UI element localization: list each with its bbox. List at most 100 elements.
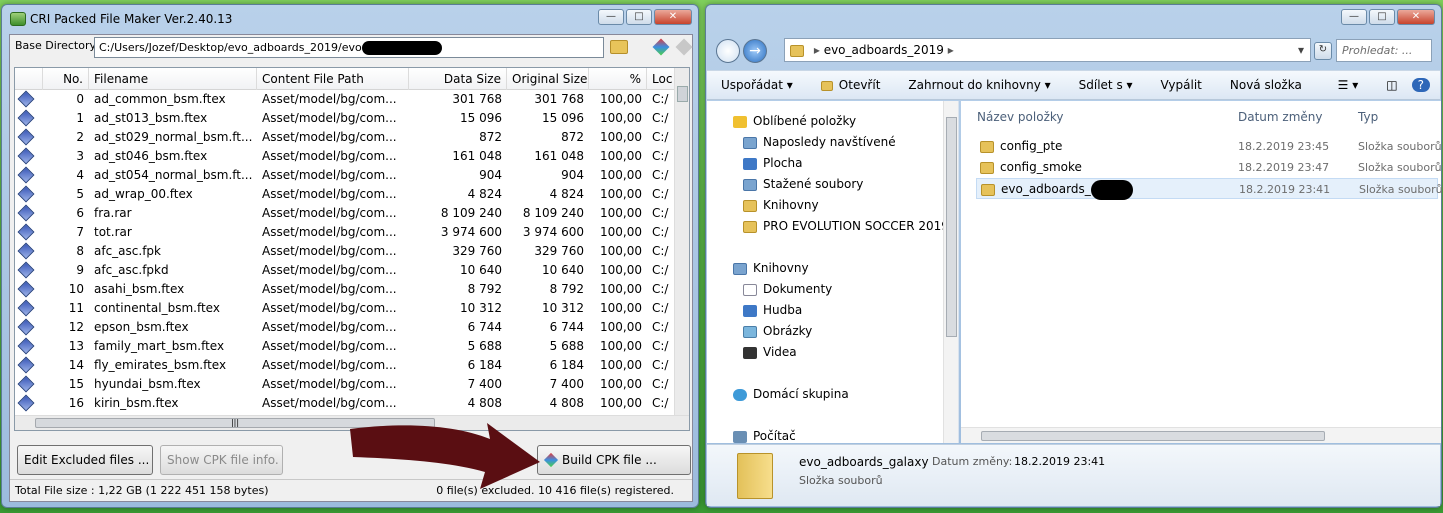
cpk-grey-icon[interactable] xyxy=(675,38,693,56)
address-bar[interactable]: ▸ evo_adboards_2019 ▸ ▾ xyxy=(784,38,1311,62)
nav-desktop[interactable]: Plocha xyxy=(743,153,802,173)
cell-data-size: 872 xyxy=(479,130,502,144)
nav-recent[interactable]: Naposledy navštívené xyxy=(743,132,896,152)
col-date[interactable]: Datum změny xyxy=(1238,110,1323,124)
table-row[interactable]: 11 continental_bsm.ftex Asset/model/bg/com… xyxy=(15,299,677,318)
list-item[interactable]: config_pte 18.2.2019 23:45 Složka soubor… xyxy=(976,136,1442,157)
nav-label: Počítač xyxy=(753,429,796,443)
forward-button[interactable]: → xyxy=(743,39,767,63)
close-button[interactable]: ✕ xyxy=(654,9,692,25)
back-button[interactable] xyxy=(716,39,740,63)
nav-downloads[interactable]: Stažené soubory xyxy=(743,174,863,194)
cell-data-size: 15 096 xyxy=(460,111,502,125)
scroll-thumb[interactable] xyxy=(677,86,688,102)
edit-excluded-button[interactable]: Edit Excluded files ... xyxy=(17,445,153,475)
details-date: 18.2.2019 23:41 xyxy=(1014,455,1106,468)
nav-homegroup[interactable]: Domácí skupina xyxy=(733,384,849,404)
nav-computer[interactable]: Počítač xyxy=(733,426,796,446)
refresh-icon[interactable]: ↻ xyxy=(1314,42,1332,60)
view-options-icon[interactable]: ☰ ▾ xyxy=(1324,78,1373,92)
base-directory-input[interactable]: C:/Users/Jozef/Desktop/evo_adboards_2019… xyxy=(94,37,604,58)
cell-percent: 100,00 xyxy=(600,301,642,315)
scroll-thumb[interactable] xyxy=(981,431,1325,441)
help-icon[interactable]: ? xyxy=(1411,78,1430,92)
cell-original-size: 8 792 xyxy=(549,282,584,296)
nav-pictures[interactable]: Obrázky xyxy=(743,321,812,341)
table-row[interactable]: 10 asahi_bsm.ftex Asset/model/bg/com... 8 7… xyxy=(15,280,677,299)
build-cpk-button[interactable]: Build CPK file ... xyxy=(537,445,691,475)
nav-pes2019[interactable]: PRO EVOLUTION SOCCER 2019 xyxy=(743,216,949,236)
table-row[interactable]: 5 ad_wrap_00.ftex Asset/model/bg/com... 4 8… xyxy=(15,185,677,204)
table-row[interactable]: 16 kirin_bsm.ftex Asset/model/bg/com... 4 8… xyxy=(15,394,677,413)
cell-content-path: Asset/model/bg/com... xyxy=(262,244,397,258)
cell-content-path: Asset/model/bg/com... xyxy=(262,301,397,315)
cell-no: 4 xyxy=(76,168,84,182)
col-type[interactable]: Typ xyxy=(1358,110,1378,124)
close-button[interactable]: ✕ xyxy=(1397,9,1435,25)
horizontal-scrollbar[interactable] xyxy=(961,427,1441,443)
scroll-thumb[interactable] xyxy=(946,117,957,337)
details-type: Složka souborů xyxy=(799,474,883,487)
folder-icon xyxy=(980,140,994,153)
col-content-path[interactable]: Content File Path xyxy=(257,68,409,90)
table-row[interactable]: 1 ad_st013_bsm.ftex Asset/model/bg/com... 1… xyxy=(15,109,677,128)
list-item[interactable]: config_smoke 18.2.2019 23:47 Složka soub… xyxy=(976,157,1442,178)
file-icon xyxy=(17,90,35,108)
col-location[interactable]: Loc xyxy=(647,68,677,90)
col-original-size[interactable]: Original Size xyxy=(507,68,589,90)
maximize-button[interactable]: □ xyxy=(1369,9,1395,25)
nav-libraries-fav[interactable]: Knihovny xyxy=(743,195,819,215)
col-percent[interactable]: % xyxy=(589,68,647,90)
minimize-button[interactable]: — xyxy=(1341,9,1367,25)
table-row[interactable]: 12 epson_bsm.ftex Asset/model/bg/com... 6 7… xyxy=(15,318,677,337)
open-button[interactable]: Otevřít xyxy=(807,78,895,92)
list-item-selected[interactable]: evo_adboards_ 18.2.2019 23:41 Složka sou… xyxy=(976,178,1443,200)
table-row[interactable]: 0 ad_common_bsm.ftex Asset/model/bg/com...… xyxy=(15,90,677,109)
table-row[interactable]: 8 afc_asc.fpk Asset/model/bg/com... 329 760… xyxy=(15,242,677,261)
cell-no: 11 xyxy=(68,301,84,315)
cell-data-size: 161 048 xyxy=(452,149,502,163)
col-filename[interactable]: Filename xyxy=(89,68,257,90)
nav-favorites[interactable]: Oblíbené položky xyxy=(733,111,856,131)
table-row[interactable]: 3 ad_st046_bsm.ftex Asset/model/bg/com... 1… xyxy=(15,147,677,166)
table-row[interactable]: 7 tot.rar Asset/model/bg/com... 3 974 600 3 … xyxy=(15,223,677,242)
documents-icon xyxy=(743,283,757,296)
maximize-button[interactable]: □ xyxy=(626,9,652,25)
cell-no: 13 xyxy=(68,339,84,353)
table-row[interactable]: 4 ad_st054_normal_bsm.ft... Asset/model/bg… xyxy=(15,166,677,185)
cpk-color-icon[interactable] xyxy=(652,38,670,56)
table-row[interactable]: 14 fly_emirates_bsm.ftex Asset/model/bg/co… xyxy=(15,356,677,375)
table-row[interactable]: 6 fra.rar Asset/model/bg/com... 8 109 240 8 … xyxy=(15,204,677,223)
col-data-size[interactable]: Data Size xyxy=(409,68,507,90)
breadcrumb-folder[interactable]: evo_adboards_2019 xyxy=(824,43,944,57)
table-row[interactable]: 15 hyundai_bsm.ftex Asset/model/bg/com... 7… xyxy=(15,375,677,394)
nav-documents[interactable]: Dokumenty xyxy=(743,279,832,299)
preview-pane-icon[interactable]: ◫ xyxy=(1372,78,1411,92)
cell-data-size: 5 688 xyxy=(467,339,502,353)
file-icon-cell xyxy=(15,261,43,280)
search-input[interactable]: Prohledat: ... xyxy=(1336,39,1432,62)
show-cpk-info-button[interactable]: Show CPK file info. xyxy=(160,445,283,475)
open-label: Otevřít xyxy=(838,78,881,92)
cell-content-path: Asset/model/bg/com... xyxy=(262,282,397,296)
share-button[interactable]: Sdílet s ▾ xyxy=(1065,78,1147,92)
col-name[interactable]: Název položky xyxy=(977,110,1063,124)
file-table: No. Filename Content File Path Data Size… xyxy=(14,67,690,431)
new-folder-button[interactable]: Nová složka xyxy=(1216,78,1316,92)
include-library-button[interactable]: Zahrnout do knihovny ▾ xyxy=(894,78,1064,92)
open-folder-icon[interactable] xyxy=(610,40,628,54)
nav-music[interactable]: Hudba xyxy=(743,300,802,320)
minimize-button[interactable]: — xyxy=(598,9,624,25)
table-row[interactable]: 9 afc_asc.fpkd Asset/model/bg/com... 10 640… xyxy=(15,261,677,280)
table-row[interactable]: 13 family_mart_bsm.ftex Asset/model/bg/com… xyxy=(15,337,677,356)
col-no[interactable]: No. xyxy=(43,68,89,90)
nav-videos[interactable]: Videa xyxy=(743,342,797,362)
address-dropdown-icon[interactable]: ▾ xyxy=(1298,39,1304,61)
nav-scrollbar[interactable] xyxy=(943,101,958,443)
vertical-scrollbar[interactable] xyxy=(674,68,689,416)
burn-button[interactable]: Vypálit xyxy=(1147,78,1216,92)
table-row[interactable]: 2 ad_st029_normal_bsm.ft... Asset/model/bg… xyxy=(15,128,677,147)
nav-libraries[interactable]: Knihovny xyxy=(733,258,809,278)
cell-no: 3 xyxy=(76,149,84,163)
organize-button[interactable]: Uspořádat ▾ xyxy=(707,78,807,92)
